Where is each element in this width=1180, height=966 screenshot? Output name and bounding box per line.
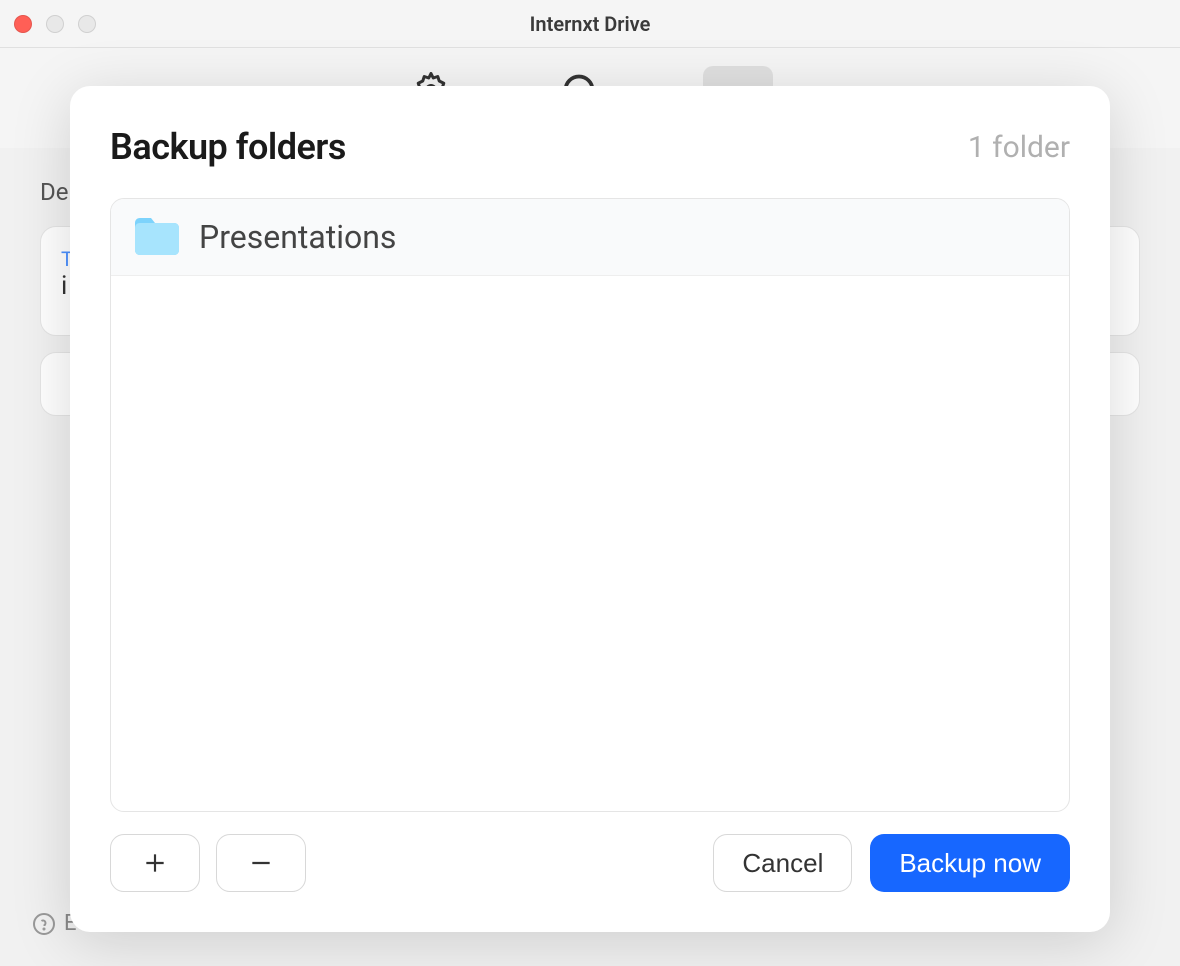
footer-right: Cancel Backup now <box>713 834 1070 892</box>
folder-name: Presentations <box>199 218 396 256</box>
modal-overlay: Backup folders 1 folder Presentations <box>0 0 1180 966</box>
folder-list: Presentations <box>110 198 1070 812</box>
add-folder-button[interactable] <box>110 834 200 892</box>
footer-left <box>110 834 306 892</box>
folder-icon <box>133 217 181 257</box>
remove-folder-button[interactable] <box>216 834 306 892</box>
backup-now-button[interactable]: Backup now <box>870 834 1070 892</box>
folder-count: 1 folder <box>968 130 1070 165</box>
modal-footer: Cancel Backup now <box>110 834 1070 892</box>
backup-folders-modal: Backup folders 1 folder Presentations <box>70 86 1110 932</box>
modal-title: Backup folders <box>110 126 346 168</box>
modal-header: Backup folders 1 folder <box>110 126 1070 168</box>
minus-icon <box>248 850 274 876</box>
folder-list-item[interactable]: Presentations <box>111 199 1069 276</box>
plus-icon <box>142 850 168 876</box>
cancel-button[interactable]: Cancel <box>713 834 852 892</box>
